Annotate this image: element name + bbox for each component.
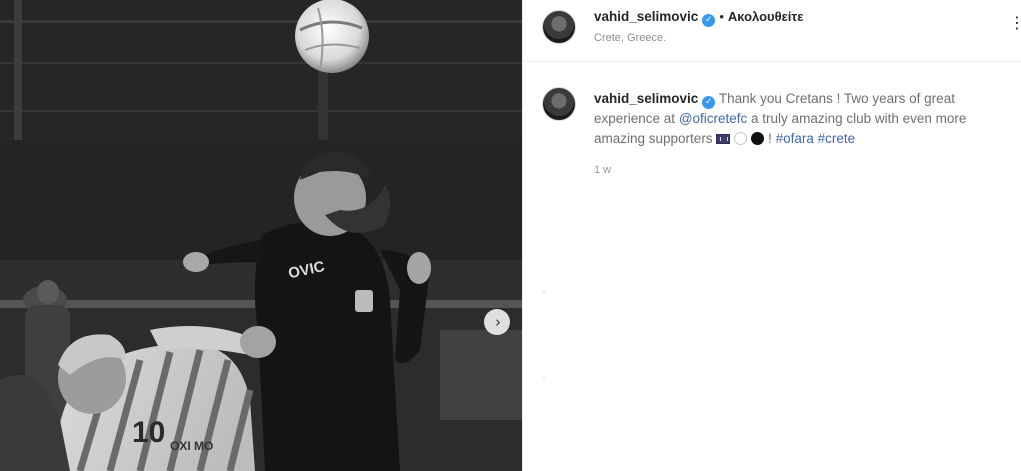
caption-text-part3: ! [764, 131, 776, 146]
post-side-panel: vahid_selimovic ✓ • Ακολουθείτε Crete, Gree… [522, 0, 1021, 471]
caption-author-avatar[interactable] [542, 87, 576, 121]
shirt-sponsor-text: ΟΧΙ ΜΟ [170, 439, 213, 453]
author-username-link[interactable]: vahid_selimovic [594, 9, 698, 24]
caption-verified-badge-icon: ✓ [702, 96, 716, 109]
hashtag-ofara-link[interactable]: #ofara [776, 131, 814, 146]
caption-text: vahid_selimovic ✓ Thank you Cretans ! Two… [594, 89, 1014, 149]
divider-speck [543, 291, 545, 293]
flag-emoji-icon [716, 134, 731, 144]
hashtag-crete-link[interactable]: #crete [818, 131, 856, 146]
mention-link[interactable]: @oficretefc [679, 111, 747, 126]
divider-speck [543, 377, 545, 379]
author-avatar[interactable] [542, 10, 576, 44]
caption-username-link[interactable]: vahid_selimovic [594, 91, 698, 106]
white-circle-emoji-icon [734, 132, 748, 145]
following-button[interactable]: Ακολουθείτε [728, 9, 804, 24]
black-circle-emoji-icon [751, 132, 765, 145]
more-options-icon[interactable]: ⋮ [1009, 14, 1021, 32]
post-header: vahid_selimovic ✓ • Ακολουθείτε Crete, Gree… [523, 0, 1021, 62]
separator-dot: • [719, 9, 724, 24]
post-photo[interactable]: OVIC 10 ΟΧΙ ΜΟ › [0, 0, 522, 471]
post-timestamp[interactable]: 1 w [594, 164, 611, 176]
location-link[interactable]: Crete, Greece. [594, 32, 666, 44]
next-image-button[interactable]: › [484, 309, 510, 335]
author-line: vahid_selimovic ✓ • Ακολουθείτε [594, 9, 803, 27]
verified-badge-icon: ✓ [702, 14, 716, 27]
jersey-number-text: 10 [132, 416, 165, 449]
football-photo: OVIC 10 ΟΧΙ ΜΟ [0, 0, 522, 471]
chevron-right-icon: › [495, 312, 501, 331]
